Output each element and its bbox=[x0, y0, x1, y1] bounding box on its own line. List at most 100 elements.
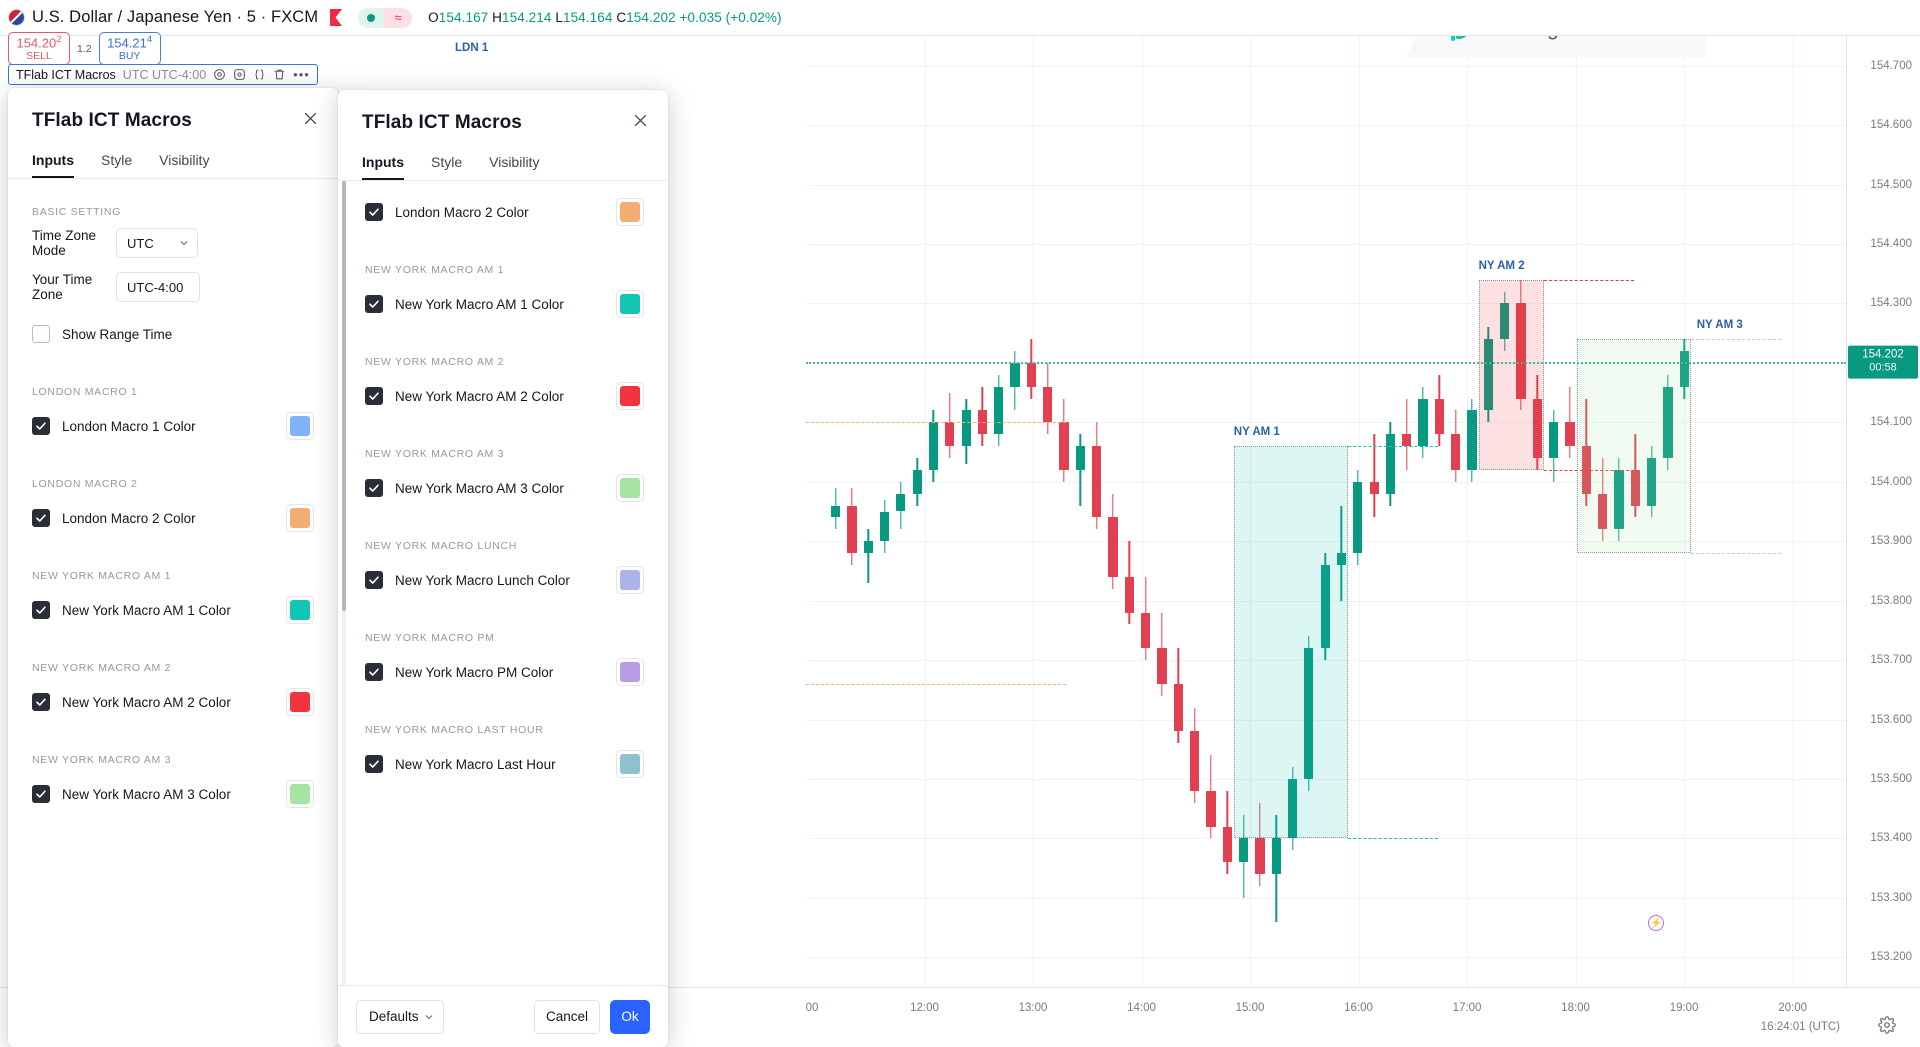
row-london-macro-1-color[interactable]: London Macro 1 Color bbox=[32, 401, 314, 451]
ohlc-high-label: H bbox=[492, 10, 502, 25]
dialog-footer[interactable]: Defaults Cancel Ok bbox=[338, 985, 668, 1047]
color-swatch-button[interactable] bbox=[286, 688, 314, 716]
tab-inputs[interactable]: Inputs bbox=[32, 152, 74, 178]
ohlc-low-label: L bbox=[555, 10, 563, 25]
color-swatch-button[interactable] bbox=[616, 566, 644, 594]
color-swatch-button[interactable] bbox=[286, 596, 314, 624]
color-swatch-button[interactable] bbox=[286, 780, 314, 808]
row-time-zone-mode[interactable]: Time Zone Mode UTC bbox=[32, 221, 314, 265]
time-zone-mode-select[interactable]: UTC bbox=[116, 228, 198, 258]
trash-icon[interactable] bbox=[273, 68, 286, 81]
color-swatch bbox=[620, 478, 640, 498]
color-swatch-button[interactable] bbox=[616, 474, 644, 502]
your-time-zone-input[interactable]: UTC-4:00 bbox=[116, 272, 200, 302]
row-show-range-time[interactable]: Show Range Time bbox=[32, 309, 314, 359]
ok-button[interactable]: Ok bbox=[610, 999, 650, 1034]
color-swatch bbox=[620, 754, 640, 774]
row-your-time-zone[interactable]: Your Time Zone UTC-4:00 bbox=[32, 265, 314, 309]
fxcm-mark-icon bbox=[330, 9, 343, 26]
color-swatch-button[interactable] bbox=[286, 504, 314, 532]
chart-top-toolbar[interactable]: U.S. Dollar / Japanese Yen · 5 · FXCM ≈ … bbox=[0, 0, 1920, 36]
cancel-button[interactable]: Cancel bbox=[534, 999, 600, 1034]
row-new-york-macro-am-3-color[interactable]: New York Macro AM 3 Color bbox=[365, 463, 644, 513]
color-swatch-button[interactable] bbox=[616, 750, 644, 778]
dialog-tabs[interactable]: Inputs Style Visibility bbox=[8, 152, 338, 179]
indicator-name[interactable]: TFlab ICT Macros bbox=[16, 68, 116, 82]
tab-visibility[interactable]: Visibility bbox=[159, 152, 209, 178]
toggle-checkbox[interactable] bbox=[32, 785, 50, 803]
toggle-checkbox[interactable] bbox=[365, 387, 383, 405]
close-icon[interactable] bbox=[298, 106, 322, 130]
tab-style[interactable]: Style bbox=[101, 152, 132, 178]
dialog-scrollbar[interactable] bbox=[342, 181, 346, 985]
last-price-badge[interactable]: 154.202 00:58 bbox=[1848, 345, 1918, 379]
show-range-time-checkbox[interactable] bbox=[32, 325, 50, 343]
time-tick-label: 12:00 bbox=[910, 1002, 939, 1014]
price-scale[interactable]: 154.700 154.600 154.500 154.400 154.300 154.2… bbox=[1846, 36, 1920, 987]
tab-visibility[interactable]: Visibility bbox=[489, 154, 539, 180]
symbol-title[interactable]: U.S. Dollar / Japanese Yen · 5 · FXCM bbox=[32, 8, 318, 27]
toggle-checkbox[interactable] bbox=[32, 601, 50, 619]
defaults-button[interactable]: Defaults bbox=[356, 999, 444, 1034]
color-swatch-button[interactable] bbox=[616, 658, 644, 686]
buy-price-fraction: 4 bbox=[146, 34, 153, 46]
row-london-macro-2-color[interactable]: London Macro 2 Color bbox=[365, 187, 644, 237]
source-code-icon[interactable] bbox=[253, 68, 266, 81]
market-status-pill[interactable]: ≈ bbox=[358, 7, 413, 28]
candlestick bbox=[1500, 36, 1510, 987]
row-label: New York Macro AM 2 Color bbox=[395, 388, 564, 404]
buy-button[interactable]: 154.214 BUY bbox=[98, 32, 161, 65]
sell-button[interactable]: 154.202 SELL bbox=[8, 32, 70, 65]
row-new-york-macro-lunch-color[interactable]: New York Macro Lunch Color bbox=[365, 555, 644, 605]
candlestick bbox=[961, 36, 971, 987]
toggle-checkbox[interactable] bbox=[365, 571, 383, 589]
toggle-checkbox[interactable] bbox=[32, 417, 50, 435]
scrollbar-thumb[interactable] bbox=[342, 181, 346, 611]
tab-style[interactable]: Style bbox=[431, 154, 462, 180]
color-swatch bbox=[290, 692, 310, 712]
row-new-york-macro-last-hour[interactable]: New York Macro Last Hour bbox=[365, 739, 644, 789]
tab-inputs[interactable]: Inputs bbox=[362, 154, 404, 180]
toggle-checkbox[interactable] bbox=[365, 663, 383, 681]
row-new-york-macro-am-2-color[interactable]: New York Macro AM 2 Color bbox=[32, 677, 314, 727]
magnet-icon[interactable]: ⚡ bbox=[1648, 915, 1665, 931]
dialog-body[interactable]: BASIC SETTING Time Zone Mode UTC Your Ti… bbox=[8, 179, 338, 1047]
row-new-york-macro-am-2-color[interactable]: New York Macro AM 2 Color bbox=[365, 371, 644, 421]
your-time-zone-label: Your Time Zone bbox=[32, 272, 93, 302]
close-icon[interactable] bbox=[628, 108, 652, 132]
settings-dialog-right[interactable]: TFlab ICT Macros Inputs Style Visibility… bbox=[338, 90, 668, 1047]
chart-plot-area[interactable]: NY AM 1 NY AM 2 NY AM 3 ⚡ bbox=[806, 36, 1846, 987]
section-new-york-macro-am-2: NEW YORK MACRO AM 2 bbox=[32, 662, 172, 674]
price-tick-label: 153.800 bbox=[1870, 594, 1912, 607]
indicator-legend-chip[interactable]: TFlab ICT Macros UTC UTC-4:00 ••• bbox=[8, 64, 318, 85]
candlestick bbox=[1173, 36, 1183, 987]
row-new-york-macro-am-1-color[interactable]: New York Macro AM 1 Color bbox=[365, 279, 644, 329]
dialog-body[interactable]: London Macro 2 Color NEW YORK MACRO AM 1 N… bbox=[338, 181, 668, 985]
toggle-checkbox[interactable] bbox=[32, 693, 50, 711]
toggle-checkbox[interactable] bbox=[365, 203, 383, 221]
ohlc-readout: O154.167 H154.214 L154.164 C154.202 +0.0… bbox=[428, 10, 781, 25]
toggle-checkbox[interactable] bbox=[365, 295, 383, 313]
eye-icon[interactable] bbox=[213, 68, 226, 81]
color-swatch-button[interactable] bbox=[616, 382, 644, 410]
more-options-icon[interactable]: ••• bbox=[293, 68, 310, 81]
color-swatch-button[interactable] bbox=[616, 198, 644, 226]
macro-zone-label: NY AM 1 bbox=[1233, 426, 1280, 439]
price-tick-label: 154.300 bbox=[1870, 297, 1912, 310]
gear-icon[interactable] bbox=[1878, 1016, 1896, 1034]
row-new-york-macro-am-1-color[interactable]: New York Macro AM 1 Color bbox=[32, 585, 314, 635]
deal-bar[interactable]: 154.202 SELL 1.2 154.214 BUY bbox=[8, 32, 161, 65]
color-swatch-button[interactable] bbox=[616, 290, 644, 318]
settings-circle-icon[interactable] bbox=[233, 68, 246, 81]
row-new-york-macro-pm-color[interactable]: New York Macro PM Color bbox=[365, 647, 644, 697]
macro-level-line bbox=[806, 683, 1066, 685]
toggle-checkbox[interactable] bbox=[365, 479, 383, 497]
settings-dialog-left[interactable]: TFlab ICT Macros Inputs Style Visibility… bbox=[8, 88, 338, 1047]
dialog-tabs[interactable]: Inputs Style Visibility bbox=[338, 154, 668, 181]
toggle-checkbox[interactable] bbox=[365, 755, 383, 773]
candlestick bbox=[1434, 36, 1445, 987]
toggle-checkbox[interactable] bbox=[32, 509, 50, 527]
color-swatch-button[interactable] bbox=[286, 412, 314, 440]
row-london-macro-2-color[interactable]: London Macro 2 Color bbox=[32, 493, 314, 543]
row-new-york-macro-am-3-color[interactable]: New York Macro AM 3 Color bbox=[32, 769, 314, 819]
